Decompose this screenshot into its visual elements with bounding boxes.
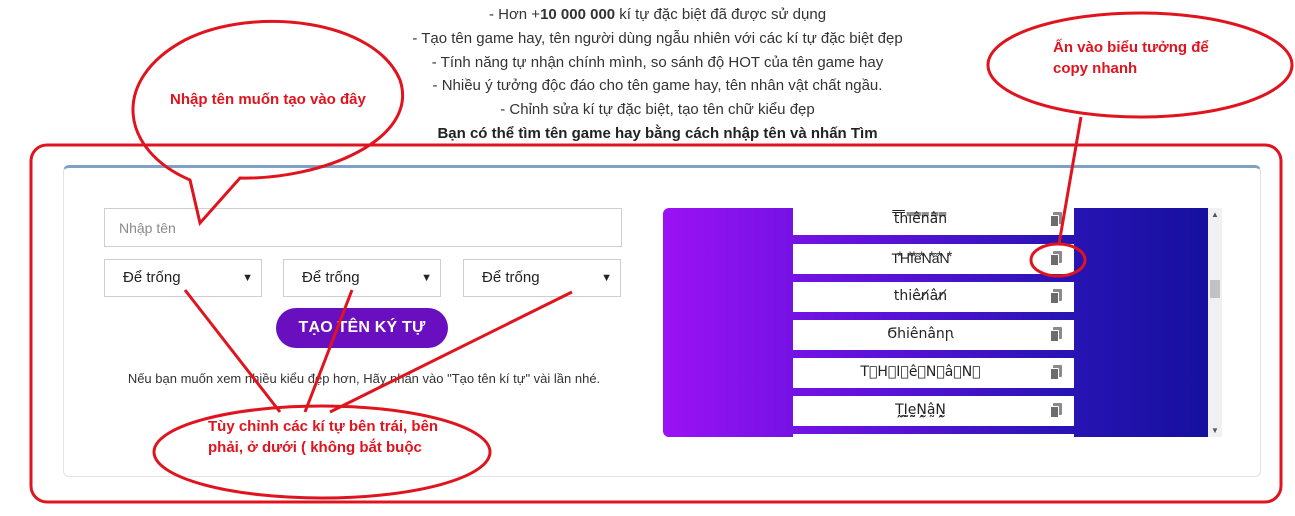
- annotation-arrow-bottom: [329, 290, 573, 414]
- annotation-custom-text: Tùy chỉnh các kí tự bên trái, bên phải, …: [208, 418, 439, 456]
- annotation-arrow-right: [303, 289, 354, 413]
- annotation-bubble-text: Nhập tên muốn tạo vào đây: [170, 91, 366, 108]
- annotation-copy-text: Ấn vào biểu tưởng để copy nhanh: [1053, 39, 1209, 77]
- annotation-copy-target-ring: [1029, 242, 1087, 278]
- annotation-copy-arrow: [1057, 116, 1083, 245]
- annotation-speech-bubble: [131, 19, 404, 227]
- annotation-arrow-left: [183, 289, 282, 413]
